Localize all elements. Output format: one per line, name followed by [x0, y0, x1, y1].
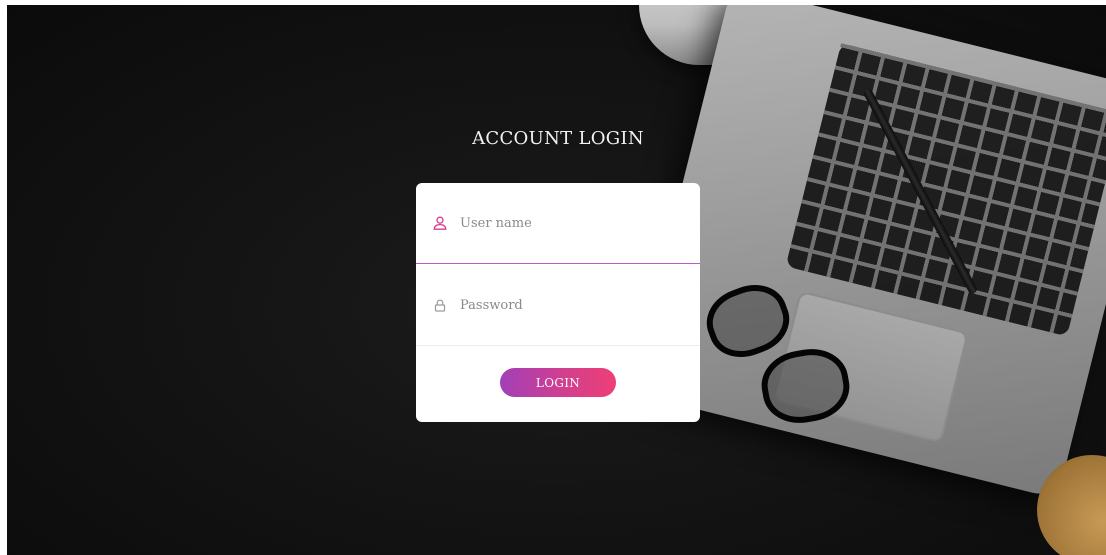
laptop-image	[630, 5, 1106, 499]
username-field[interactable]	[416, 183, 700, 264]
login-button[interactable]: LOGIN	[500, 368, 616, 397]
laptop-keyboard	[785, 43, 1106, 337]
password-field[interactable]	[416, 265, 700, 346]
password-input[interactable]	[460, 297, 680, 313]
login-title: ACCOUNT LOGIN	[472, 128, 644, 149]
username-input[interactable]	[460, 215, 680, 231]
lock-icon	[430, 295, 450, 315]
user-icon	[430, 213, 450, 233]
login-card: LOGIN	[416, 183, 700, 422]
